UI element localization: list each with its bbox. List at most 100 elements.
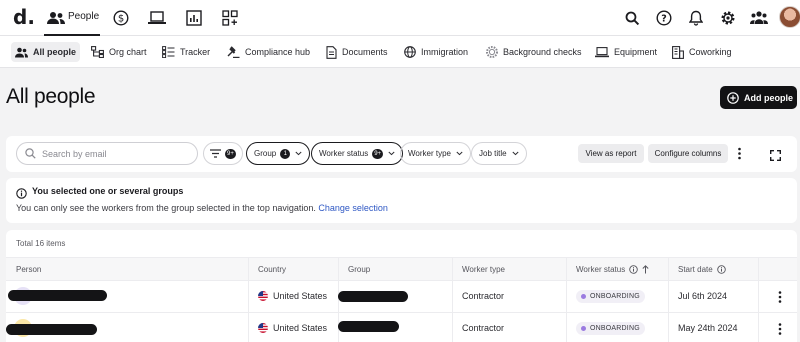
document-icon (326, 45, 337, 59)
filter-bar: Search by email 9+ Group 1 Worker status… (6, 136, 797, 172)
apps-grid-icon[interactable] (220, 8, 240, 28)
subnav-item-compliance-hub[interactable]: Compliance hub (223, 42, 314, 62)
group-filter-label: Group (254, 149, 277, 158)
plus-circle-icon (727, 91, 739, 104)
redacted-person-name (8, 290, 107, 301)
start-date-cell: May 24th 2024 (678, 323, 738, 333)
page-title: All people (6, 85, 96, 108)
search-icon (25, 148, 36, 159)
table-row[interactable]: United States Contractor ONBOARDING Jul … (6, 281, 797, 313)
people-icon (46, 8, 66, 28)
fullscreen-expand-icon[interactable] (770, 148, 781, 166)
job-title-filter-label: Job title (479, 149, 507, 158)
worker-status-filter-label: Worker status (319, 149, 369, 158)
subnav-label-background-checks: Background checks (503, 47, 582, 57)
country-cell: United States (258, 291, 327, 301)
redacted-group-name (338, 291, 408, 302)
user-avatar[interactable] (779, 6, 800, 28)
group-selection-notice: You selected one or several groups You c… (6, 178, 797, 223)
search-icon[interactable] (622, 8, 642, 28)
worker-type-filter-label: Worker type (408, 149, 451, 158)
subnav-label-equipment: Equipment (614, 47, 658, 57)
tab-people-label: People (68, 11, 100, 22)
column-header-country[interactable]: Country (258, 265, 286, 274)
chevron-down-icon (456, 151, 463, 156)
subnav-item-immigration[interactable]: Immigration (400, 42, 472, 62)
filter-count-badge: 9+ (225, 148, 236, 159)
subnav-item-coworking[interactable]: Coworking (668, 42, 736, 62)
people-icon (15, 47, 28, 57)
add-people-label: Add people (744, 92, 793, 103)
status-dot (581, 326, 586, 331)
subnav-label-tracker: Tracker (180, 47, 211, 57)
tracker-icon (162, 46, 175, 58)
filter-lines-icon (210, 149, 221, 158)
notice-body-text: You can only see the workers from the gr… (16, 203, 316, 213)
subnav-item-equipment[interactable]: Equipment (591, 42, 661, 62)
search-placeholder: Search by email (42, 148, 107, 159)
help-icon[interactable]: ? (654, 8, 674, 28)
start-date-cell: Jul 6th 2024 (678, 291, 728, 301)
settings-gear-icon[interactable] (718, 8, 738, 28)
job-title-filter[interactable]: Job title (471, 142, 527, 165)
row-actions-icon[interactable] (776, 290, 784, 304)
configure-columns-button[interactable]: Configure columns (648, 144, 728, 163)
worker-type-cell: Contractor (462, 291, 505, 301)
laptop-icon (595, 46, 609, 57)
column-header-person[interactable]: Person (16, 265, 41, 274)
search-input[interactable]: Search by email (16, 142, 198, 165)
subnav-label-coworking: Coworking (689, 47, 732, 57)
column-header-start-date-label: Start date (678, 265, 713, 274)
worker-status-count-badge: 9+ (372, 148, 384, 159)
view-as-report-button[interactable]: View as report (578, 144, 644, 163)
subnav-item-org-chart[interactable]: Org chart (87, 42, 151, 62)
column-header-worker-status[interactable]: Worker status (576, 265, 649, 274)
table-row[interactable]: United States Contractor ONBOARDING May … (6, 313, 797, 342)
devices-laptop-icon[interactable] (147, 8, 167, 28)
svg-text:?: ? (661, 14, 667, 25)
column-header-worker-status-label: Worker status (576, 265, 626, 274)
worker-status-filter[interactable]: Worker status 9+ (311, 142, 404, 165)
subnav-label-all-people: All people (33, 47, 77, 57)
row-actions-icon[interactable] (776, 322, 784, 336)
filters-button[interactable]: 9+ (203, 142, 243, 165)
more-options-icon[interactable] (737, 147, 742, 165)
notifications-bell-icon[interactable] (686, 8, 706, 28)
column-header-start-date[interactable]: Start date (678, 265, 726, 274)
status-badge: ONBOARDING (576, 322, 645, 335)
worker-type-filter[interactable]: Worker type (400, 142, 471, 165)
country-cell: United States (258, 323, 327, 333)
redacted-person-name (6, 324, 97, 335)
column-header-group[interactable]: Group (348, 265, 370, 274)
subnav-item-tracker[interactable]: Tracker (158, 42, 214, 62)
column-header-worker-type[interactable]: Worker type (462, 265, 505, 274)
notice-title: You selected one or several groups (32, 186, 184, 196)
deel-logo[interactable]: d. (13, 5, 35, 29)
status-label: ONBOARDING (590, 325, 640, 332)
worker-type-cell: Contractor (462, 323, 505, 333)
add-people-button[interactable]: Add people (720, 86, 797, 109)
country-label: United States (273, 291, 328, 301)
us-flag-icon (258, 323, 268, 333)
redacted-group-name (338, 321, 399, 332)
table-header: Person Country Group Worker type Worker … (6, 257, 797, 281)
subnav-item-all-people[interactable]: All people (11, 42, 81, 62)
badge-check-icon (486, 46, 498, 58)
subnav-label-compliance-hub: Compliance hub (245, 47, 311, 57)
change-selection-link[interactable]: Change selection (318, 203, 388, 213)
chevron-down-icon (388, 151, 395, 156)
subnav-item-documents[interactable]: Documents (322, 42, 392, 62)
tab-people[interactable]: People (44, 0, 100, 36)
payroll-dollar-icon[interactable]: $ (111, 8, 131, 28)
svg-text:$: $ (118, 14, 124, 25)
people-table: Total 16 items Person Country Group Work… (6, 230, 797, 342)
group-count-badge: 1 (280, 148, 291, 159)
team-icon[interactable] (749, 8, 769, 28)
analytics-chart-icon[interactable] (184, 8, 204, 28)
us-flag-icon (258, 291, 268, 301)
country-label: United States (273, 323, 328, 333)
subnav-item-background-checks[interactable]: Background checks (482, 42, 586, 62)
people-subnav: All people Org chart Tracker Compliance … (0, 36, 800, 68)
group-filter[interactable]: Group 1 (246, 142, 311, 165)
total-items-count: Total 16 items (16, 239, 66, 248)
